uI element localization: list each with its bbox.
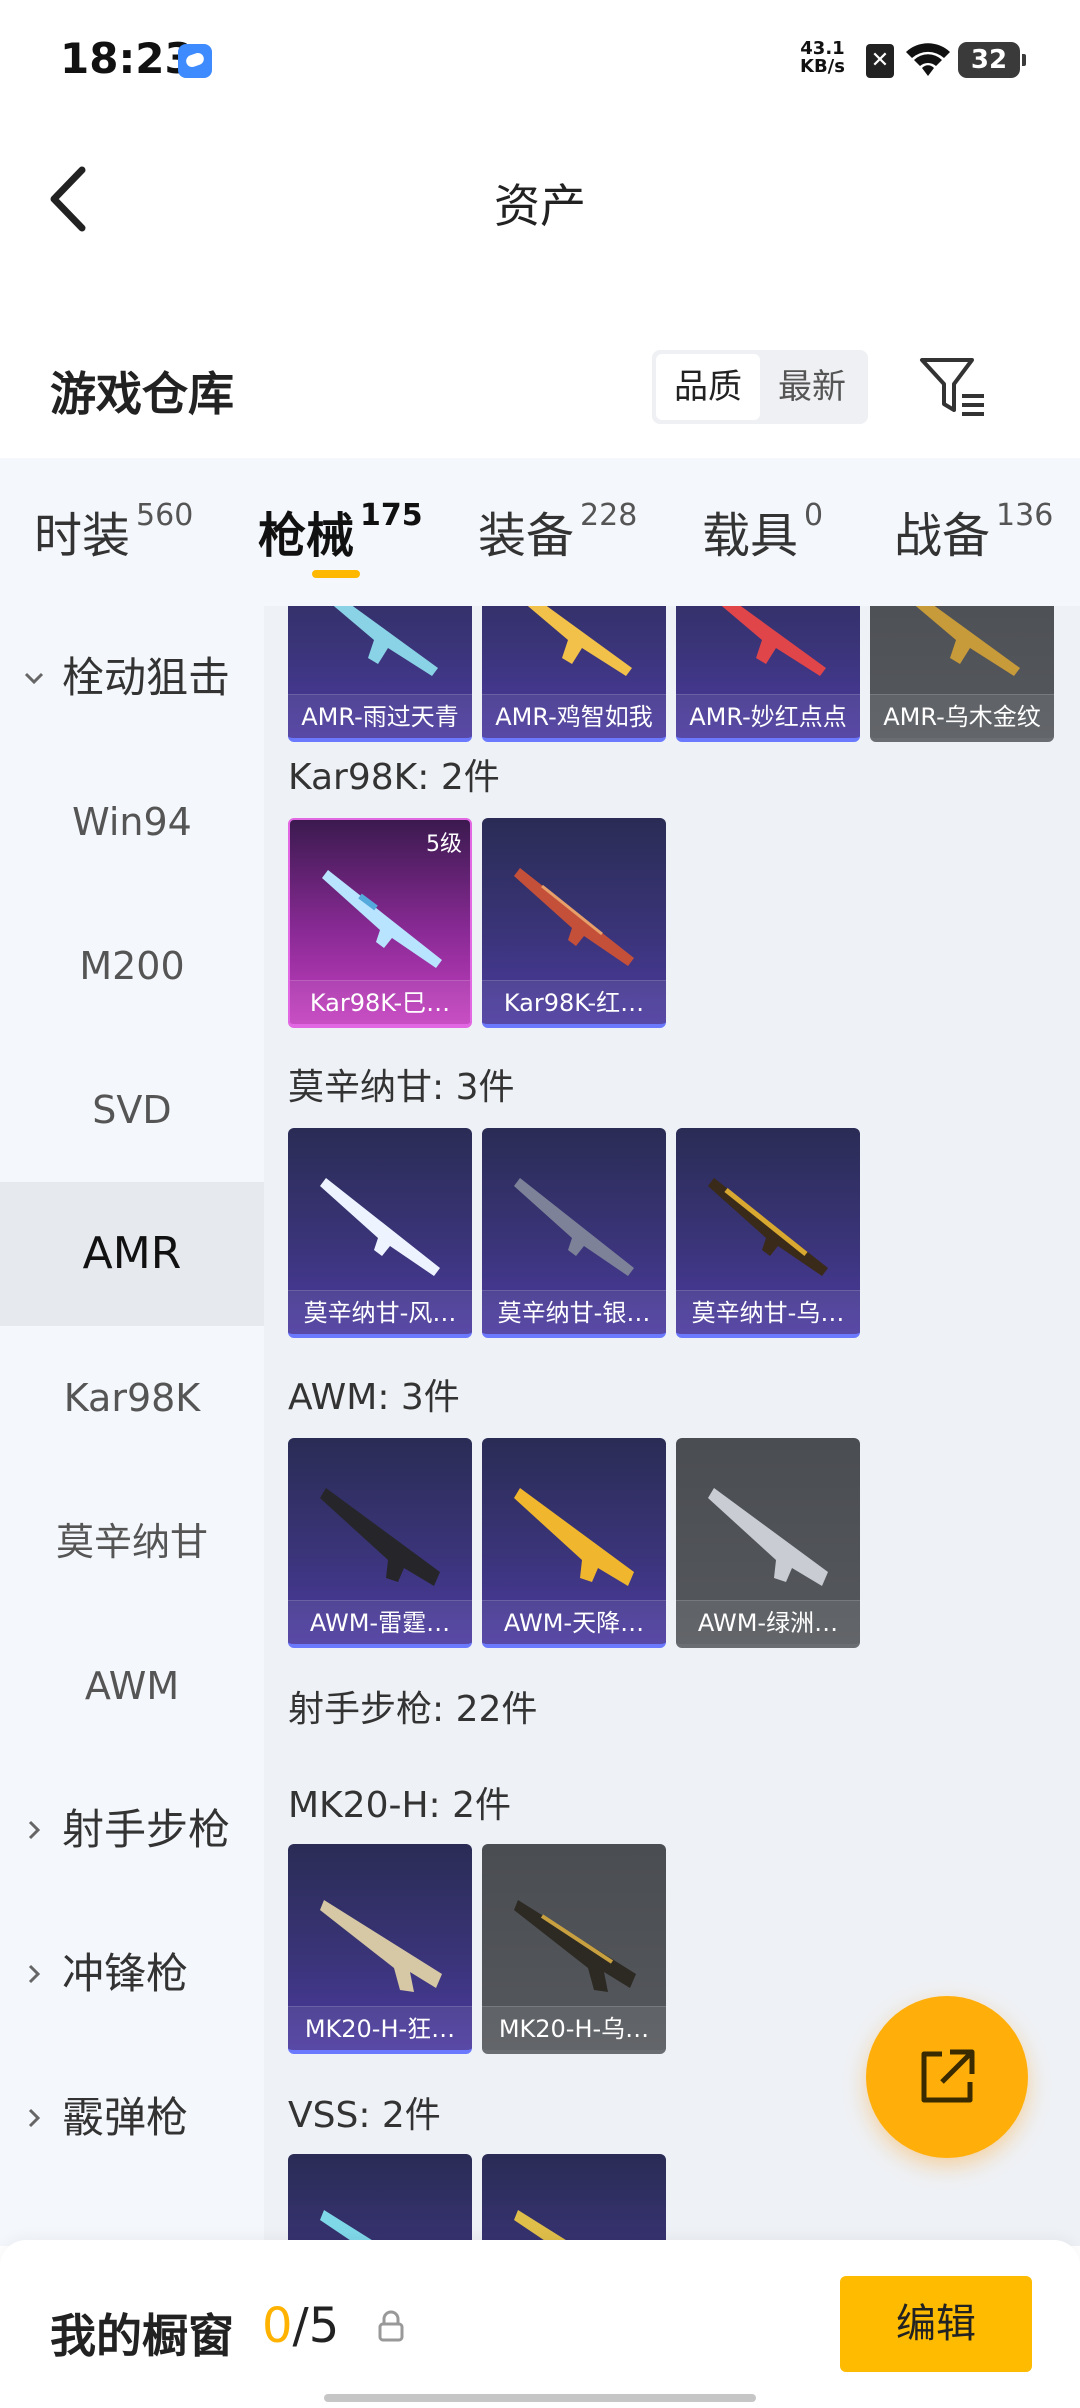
home-indicator bbox=[324, 2394, 756, 2402]
rifle-icon bbox=[514, 2210, 576, 2246]
showcase-title: 我的橱窗 bbox=[50, 2309, 234, 2363]
status-bar: 18:23 43.1 KB/s ✕ 32 bbox=[0, 0, 1080, 120]
showcase-count: 0/5 bbox=[262, 2298, 340, 2354]
weapon-name: AMR-鸡智如我 bbox=[482, 694, 666, 738]
weapon-name: AWM-天降… bbox=[482, 1600, 666, 1644]
tab-equipment[interactable]: 装备 228 bbox=[478, 496, 637, 566]
weapon-card[interactable]: 莫辛纳甘-银… bbox=[482, 1128, 666, 1338]
weapon-name: MK20-H-狂… bbox=[288, 2006, 472, 2050]
rifle-icon bbox=[514, 1900, 636, 1992]
weapon-card[interactable]: AMR-鸡智如我 bbox=[482, 606, 666, 742]
weapon-name: AMR-乌木金纹 bbox=[870, 694, 1054, 738]
status-time: 18:23 bbox=[60, 34, 194, 83]
rifle-icon bbox=[320, 1178, 440, 1276]
sidebar-item-amr[interactable]: AMR bbox=[0, 1182, 264, 1326]
weapon-card[interactable]: AWM-雷霆… bbox=[288, 1438, 472, 1648]
weapon-card[interactable]: AWM-绿洲… bbox=[676, 1438, 860, 1648]
page-title: 资产 bbox=[494, 179, 586, 233]
section-label: VSS: 2件 bbox=[288, 2095, 441, 2136]
rifle-icon bbox=[527, 606, 632, 676]
showcase-bar: 我的橱窗 0/5 编辑 bbox=[0, 2240, 1080, 2408]
section-label: MK20-H: 2件 bbox=[288, 1785, 512, 1826]
edit-button[interactable]: 编辑 bbox=[840, 2276, 1032, 2372]
share-button[interactable] bbox=[866, 1996, 1028, 2158]
tab-fashion[interactable]: 时装 560 bbox=[34, 496, 193, 566]
level-badge: 5级 bbox=[426, 832, 462, 857]
rifle-icon bbox=[708, 1178, 828, 1276]
sidebar-group-marksman-rifle[interactable]: 射手步枪 bbox=[0, 1758, 264, 1902]
weapon-name: AMR-雨过天青 bbox=[288, 694, 472, 738]
sidebar-group-smg[interactable]: 冲锋枪 bbox=[0, 1902, 264, 2046]
weapon-card[interactable]: AWM-天降… bbox=[482, 1438, 666, 1648]
weapon-card[interactable]: AMR-妙红点点 bbox=[676, 606, 860, 742]
chevron-right-icon bbox=[28, 1820, 41, 1840]
sidebar-item-m200[interactable]: M200 bbox=[0, 894, 264, 1038]
weapon-name: Kar98K-红… bbox=[482, 980, 666, 1024]
app-header: 资产 bbox=[0, 120, 1080, 280]
section-label: AWM: 3件 bbox=[288, 1377, 460, 1418]
chevron-right-icon bbox=[28, 1964, 41, 1984]
sidebar-item-svd[interactable]: SVD bbox=[0, 1038, 264, 1182]
tab-supplies[interactable]: 战备 136 bbox=[894, 496, 1053, 566]
weapon-name: 莫辛纳甘-银… bbox=[482, 1290, 666, 1334]
sort-by-latest-button[interactable]: 最新 bbox=[760, 354, 864, 420]
filter-icon[interactable] bbox=[918, 354, 988, 420]
category-tabs: 时装 560 枪械 175 装备 228 载具 0 战备 136 bbox=[0, 458, 1080, 606]
lock-icon bbox=[378, 2310, 404, 2342]
section-label: Kar98K: 2件 bbox=[288, 757, 500, 798]
sort-toggle: 品质 最新 bbox=[652, 350, 868, 424]
rifle-icon bbox=[320, 2210, 382, 2246]
weapon-name: AWM-雷霆… bbox=[288, 1600, 472, 1644]
sort-by-quality-button[interactable]: 品质 bbox=[656, 354, 760, 420]
chevron-right-icon bbox=[28, 2108, 41, 2128]
rifle-icon bbox=[708, 1488, 828, 1586]
rifle-icon bbox=[721, 606, 826, 676]
weapon-card[interactable]: 莫辛纳甘-乌… bbox=[676, 1128, 860, 1338]
section-label: 莫辛纳甘: 3件 bbox=[288, 1067, 515, 1108]
sidebar-item-awm[interactable]: AWM bbox=[0, 1614, 264, 1758]
weapon-card[interactable]: 5级 Kar98K-巳… bbox=[288, 818, 472, 1028]
weapon-name: Kar98K-巳… bbox=[290, 980, 470, 1024]
rifle-icon bbox=[514, 1488, 634, 1586]
sidebar-item-kar98k[interactable]: Kar98K bbox=[0, 1326, 264, 1470]
rifle-icon bbox=[915, 606, 1020, 676]
network-speed: 43.1 KB/s bbox=[800, 38, 845, 77]
weapon-type-sidebar: 栓动狙击 Win94 M200 SVD AMR Kar98K 莫辛纳甘 AWM … bbox=[0, 606, 264, 2246]
rifle-icon bbox=[514, 1178, 634, 1276]
weapon-card[interactable]: AMR-乌木金纹 bbox=[870, 606, 1054, 742]
weapon-name: MK20-H-乌… bbox=[482, 2006, 666, 2050]
weapon-name: 莫辛纳甘-风… bbox=[288, 1290, 472, 1334]
no-sim-icon: ✕ bbox=[866, 44, 894, 78]
weapon-card[interactable]: AMR-雨过天青 bbox=[288, 606, 472, 742]
tab-vehicles[interactable]: 载具 0 bbox=[702, 496, 823, 566]
weapon-name: AWM-绿洲… bbox=[676, 1600, 860, 1644]
tab-guns[interactable]: 枪械 175 bbox=[258, 496, 423, 566]
sidebar-group-shotgun[interactable]: 霰弹枪 bbox=[0, 2046, 264, 2190]
rifle-icon bbox=[320, 1488, 440, 1586]
chevron-down-icon bbox=[24, 672, 44, 685]
sidebar-group-bolt-sniper[interactable]: 栓动狙击 bbox=[0, 606, 264, 750]
active-tab-indicator bbox=[312, 570, 360, 578]
rifle-icon bbox=[322, 870, 442, 968]
warehouse-title: 游戏仓库 bbox=[50, 367, 234, 421]
weapon-card[interactable] bbox=[288, 2154, 472, 2246]
battery-indicator: 32 bbox=[958, 42, 1026, 78]
sidebar-item-win94[interactable]: Win94 bbox=[0, 750, 264, 894]
weapon-card[interactable]: Kar98K-红… bbox=[482, 818, 666, 1028]
wifi-icon bbox=[906, 43, 950, 76]
rifle-icon bbox=[333, 606, 438, 676]
weapon-card[interactable]: MK20-H-狂… bbox=[288, 1844, 472, 2054]
share-icon bbox=[921, 2049, 975, 2103]
rifle-icon bbox=[514, 868, 634, 966]
weapon-card[interactable]: MK20-H-乌… bbox=[482, 1844, 666, 2054]
weapon-name: AMR-妙红点点 bbox=[676, 694, 860, 738]
weapon-name: 莫辛纳甘-乌… bbox=[676, 1290, 860, 1334]
sidebar-item-mosin-nagant[interactable]: 莫辛纳甘 bbox=[0, 1470, 264, 1614]
section-label: 射手步枪: 22件 bbox=[288, 1689, 538, 1730]
rifle-icon bbox=[320, 1900, 442, 1992]
weapon-card[interactable]: 莫辛纳甘-风… bbox=[288, 1128, 472, 1338]
app-notification-icon bbox=[178, 44, 212, 78]
weapon-card[interactable] bbox=[482, 2154, 666, 2246]
